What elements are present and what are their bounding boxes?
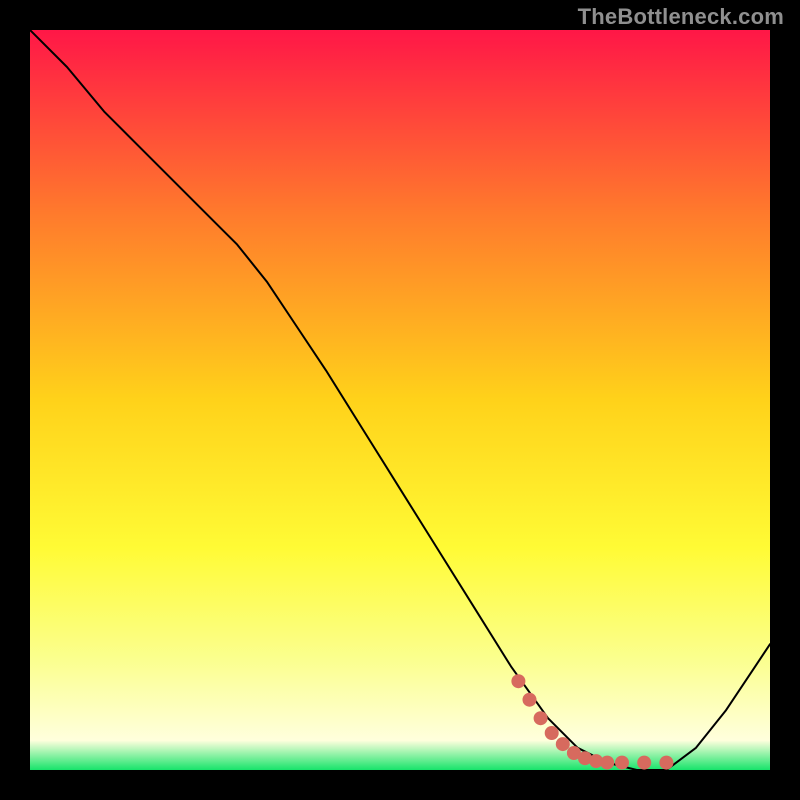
highlight-dot [637,756,651,770]
highlight-dot [511,674,525,688]
chart-svg [30,30,770,770]
gradient-background [30,30,770,770]
plot-area [30,30,770,770]
highlight-dot [545,726,559,740]
highlight-dot [556,737,570,751]
highlight-dot [615,756,629,770]
highlight-dot [659,756,673,770]
chart-frame: TheBottleneck.com [0,0,800,800]
highlight-dot [534,711,548,725]
highlight-dot [523,693,537,707]
highlight-dot [600,756,614,770]
watermark-text: TheBottleneck.com [578,4,784,30]
